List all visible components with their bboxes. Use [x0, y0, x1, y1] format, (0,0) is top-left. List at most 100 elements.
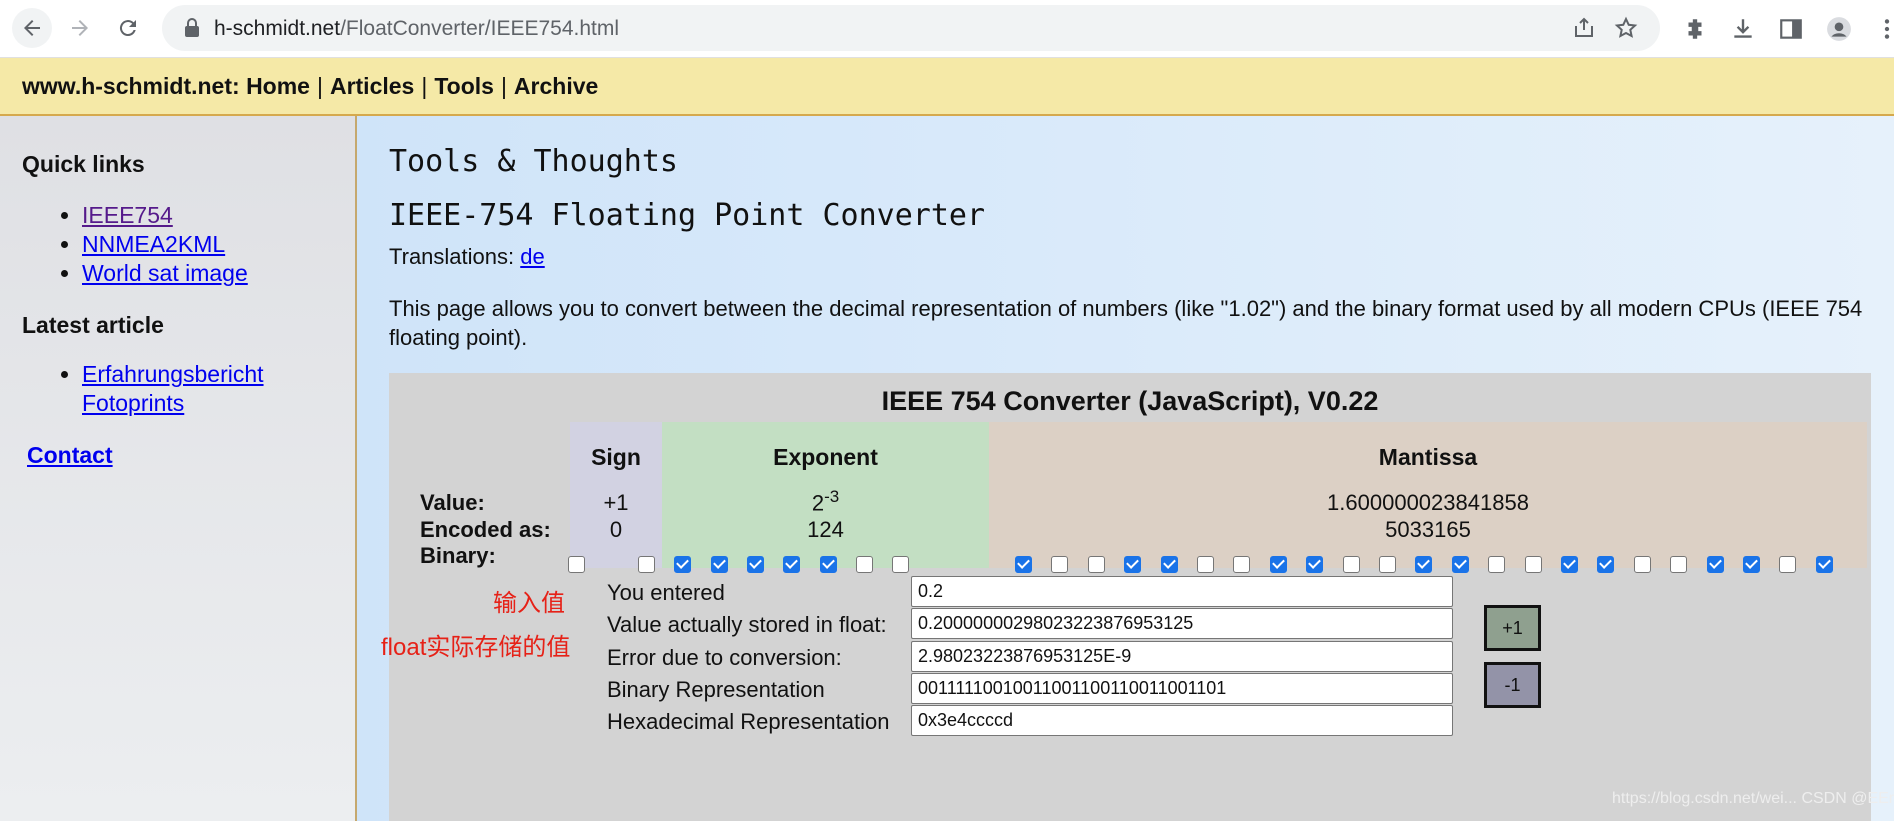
error-label: Error due to conversion:	[607, 645, 842, 670]
mantissa-bit-checkbox[interactable]	[1269, 556, 1287, 573]
list-item: World sat image	[82, 259, 248, 288]
list-item: IEEE754	[82, 201, 248, 230]
mantissa-bit-checkbox[interactable]	[1670, 556, 1688, 573]
latest-article-list: ErfahrungsberichtFotoprints	[82, 360, 264, 418]
url-text[interactable]: h-schmidt.net/FloatConverter/IEEE754.htm…	[214, 17, 619, 41]
you-entered-input[interactable]: 0.2	[911, 576, 1453, 607]
menu-tools[interactable]: Tools	[434, 73, 494, 99]
sign-bit-checkbox[interactable]	[568, 556, 585, 573]
binary-representation-label: Binary Representation	[607, 677, 825, 702]
mantissa-bit-checkbox[interactable]	[1051, 556, 1069, 573]
mantissa-bit-checkbox[interactable]	[1124, 556, 1142, 573]
translation-de-link[interactable]: de	[520, 244, 544, 269]
sign-header: Sign	[591, 444, 641, 470]
site-menubar: www.h-schmidt.net: Home | Articles | Tools | A…	[0, 58, 1894, 116]
page-title: IEEE-754 Floating Point Converter	[389, 198, 986, 233]
lock-icon[interactable]	[184, 18, 200, 38]
mantissa-bit-checkbox[interactable]	[1633, 556, 1651, 573]
exponent-bit-checkbox[interactable]	[674, 556, 692, 573]
mantissa-bit-checkbox[interactable]	[1451, 556, 1469, 573]
forward-icon[interactable]	[60, 8, 100, 48]
back-icon[interactable]	[12, 8, 52, 48]
mantissa-bit-checkbox[interactable]	[1743, 556, 1760, 573]
quick-links-list: IEEE754 NNMEA2KML World sat image	[82, 201, 248, 288]
hex-representation-field[interactable]: 0x3e4ccccd	[911, 705, 1453, 736]
address-bar[interactable]: h-schmidt.net/FloatConverter/IEEE754.htm…	[162, 5, 1660, 51]
mantissa-bit-checkbox[interactable]	[1197, 556, 1214, 573]
mantissa-bit-checkbox[interactable]	[1706, 556, 1724, 573]
mantissa-bit-checkbox[interactable]	[1815, 556, 1833, 573]
menu-home[interactable]: Home	[246, 73, 310, 99]
you-entered-label: You entered	[607, 580, 725, 605]
sign-value: +1	[603, 490, 629, 515]
link-nnmea2kml[interactable]: NNMEA2KML	[82, 231, 225, 257]
translations: Translations: de	[389, 244, 545, 269]
mantissa-bit-checkbox[interactable]	[1379, 556, 1396, 573]
menu-archive[interactable]: Archive	[514, 73, 598, 99]
extensions-icon[interactable]	[1682, 16, 1708, 42]
mantissa-bit-checkbox[interactable]	[1597, 556, 1615, 573]
stored-value-field[interactable]: 0.20000000298023223876953125	[911, 608, 1453, 639]
exponent-encoded: 124	[807, 517, 844, 542]
binary-row-label: Binary:	[420, 543, 496, 568]
mantissa-bit-checkbox[interactable]	[1561, 556, 1578, 573]
mantissa-bit-checkbox[interactable]	[1524, 556, 1542, 573]
intro-text: This page allows you to convert between …	[389, 296, 1863, 350]
exponent-bit-checkbox[interactable]	[746, 556, 764, 573]
mantissa-bit-checkbox[interactable]	[1306, 556, 1324, 573]
error-field[interactable]: 2.98023223876953125E-9	[911, 641, 1453, 672]
latest-article-heading: Latest article	[22, 312, 164, 338]
binary-representation-field[interactable]: 00111110010011001100110011001101	[911, 673, 1453, 704]
menu-articles[interactable]: Articles	[330, 73, 414, 99]
share-icon[interactable]	[1572, 16, 1596, 40]
mantissa-bit-checkbox[interactable]	[1160, 556, 1178, 573]
link-ieee754[interactable]: IEEE754	[82, 202, 173, 228]
mantissa-bit-checkbox[interactable]	[1779, 556, 1797, 573]
exponent-header: Exponent	[773, 444, 878, 470]
link-world-sat-image[interactable]: World sat image	[82, 260, 248, 286]
exponent-bit-checkbox[interactable]	[819, 556, 837, 573]
encoded-row-label: Encoded as:	[420, 517, 551, 542]
sidepanel-icon[interactable]	[1778, 16, 1804, 42]
contact-link[interactable]: Contact	[27, 442, 113, 469]
star-icon[interactable]	[1614, 16, 1638, 40]
mantissa-value: 1.600000023841858	[1327, 490, 1529, 515]
exponent-bit-checkbox[interactable]	[892, 556, 910, 573]
list-item: ErfahrungsberichtFotoprints	[82, 360, 264, 418]
browser-toolbar: h-schmidt.net/FloatConverter/IEEE754.htm…	[0, 0, 1894, 58]
stored-value-label: Value actually stored in float:	[607, 612, 887, 637]
main-content: Tools & Thoughts IEEE-754 Floating Point…	[357, 116, 1894, 821]
mantissa-bit-checkbox[interactable]	[1233, 556, 1251, 573]
site-title: Tools & Thoughts	[389, 144, 678, 179]
minus-one-button[interactable]: -1	[1484, 662, 1541, 708]
mantissa-encoded: 5033165	[1385, 517, 1471, 542]
mantissa-bit-checkbox[interactable]	[1415, 556, 1433, 573]
mantissa-bit-checkbox[interactable]	[1087, 556, 1105, 573]
list-item: NNMEA2KML	[82, 230, 248, 259]
mantissa-header: Mantissa	[1378, 444, 1478, 470]
reload-icon[interactable]	[108, 8, 148, 48]
converter-title: IEEE 754 Converter (JavaScript), V0.22	[881, 386, 1379, 416]
mantissa-bit-checkbox[interactable]	[1342, 556, 1360, 573]
download-icon[interactable]	[1730, 16, 1756, 42]
annotation-stored-value: float实际存储的值	[381, 634, 571, 661]
exponent-bit-checkbox[interactable]	[783, 556, 801, 573]
profile-icon[interactable]	[1826, 16, 1852, 42]
sidebar: Quick links IEEE754 NNMEA2KML World sat …	[0, 116, 357, 821]
exponent-bit-checkbox[interactable]	[638, 556, 655, 573]
hex-representation-label: Hexadecimal Representation	[607, 709, 890, 734]
mantissa-bit-checkbox[interactable]	[1015, 556, 1032, 573]
site-name[interactable]: www.h-schmidt.net	[22, 73, 232, 99]
link-latest-article[interactable]: Erfahrungsbericht Fotoprints	[82, 361, 264, 416]
value-row-label: Value:	[420, 490, 485, 515]
sign-encoded: 0	[609, 517, 623, 542]
annotation-input-value: 输入值	[493, 590, 565, 617]
plus-one-button[interactable]: +1	[1484, 605, 1541, 651]
more-icon[interactable]	[1874, 16, 1894, 42]
converter-panel: IEEE 754 Converter (JavaScript), V0.22 S…	[389, 373, 1871, 821]
exponent-value: 2-3	[811, 487, 840, 516]
exponent-bit-checkbox[interactable]	[710, 556, 728, 573]
mantissa-bit-checkbox[interactable]	[1488, 556, 1506, 573]
exponent-bit-checkbox[interactable]	[855, 556, 873, 573]
watermark: https://blog.csdn.net/wei... CSDN @EEr..…	[1612, 790, 1894, 807]
